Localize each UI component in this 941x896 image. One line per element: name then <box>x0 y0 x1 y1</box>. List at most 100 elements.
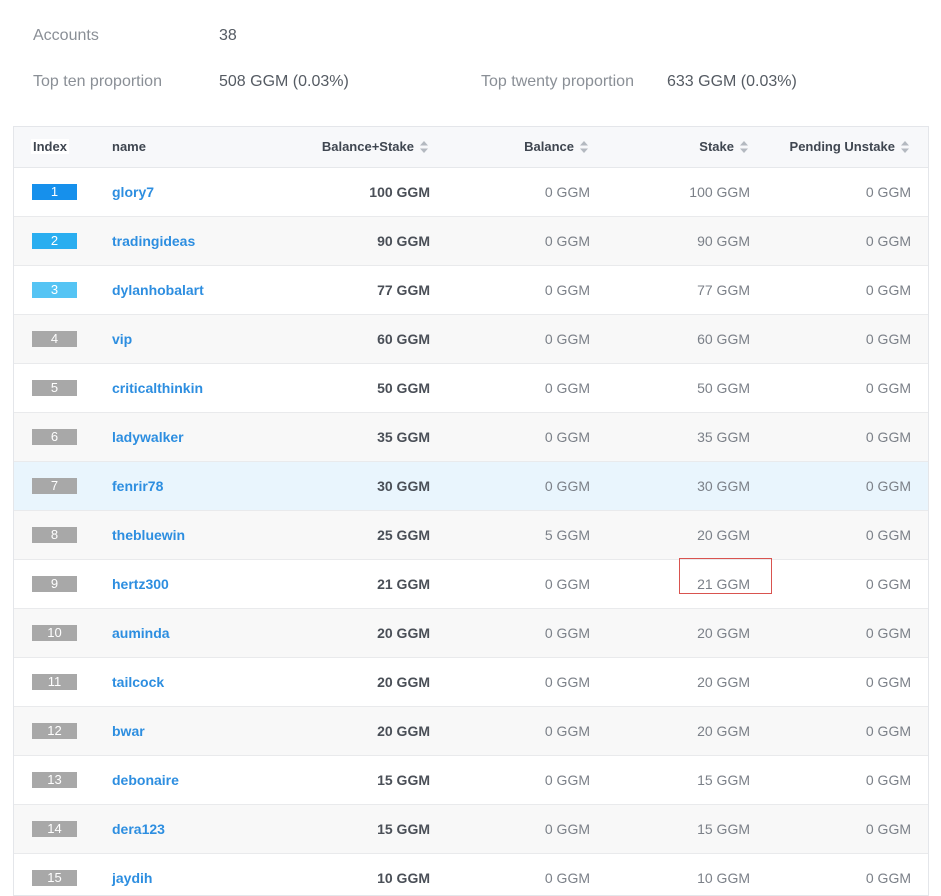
name-cell: hertz300 <box>112 560 169 608</box>
name-cell: tradingideas <box>112 217 195 265</box>
stake-cell: 20 GGM <box>697 723 750 739</box>
balance-stake-cell: 20 GGM <box>377 625 430 641</box>
name-cell: thebluewin <box>112 511 185 559</box>
balance-stake-cell: 50 GGM <box>377 380 430 396</box>
account-name-link[interactable]: dera123 <box>112 821 165 837</box>
stake-cell: 50 GGM <box>697 380 750 396</box>
table-row: 14 dera123 15 GGM 0 GGM 15 GGM 0 GGM <box>14 805 928 854</box>
balance-cell: 0 GGM <box>544 478 590 494</box>
stake-cell: 100 GGM <box>689 184 750 200</box>
rank-badge: 13 <box>32 772 77 788</box>
top-ten-label: Top ten proportion <box>33 73 162 90</box>
name-cell: dylanhobalart <box>112 266 204 314</box>
stake-cell: 15 GGM <box>697 821 750 837</box>
top-twenty-value: 633 GGM (0.03%) <box>667 73 797 90</box>
sort-icon[interactable] <box>420 140 428 153</box>
account-name-link[interactable]: criticalthinkin <box>112 380 203 396</box>
account-name-link[interactable]: ladywalker <box>112 429 184 445</box>
rank-badge: 4 <box>32 331 77 347</box>
balance-cell: 0 GGM <box>544 184 590 200</box>
stake-cell: 35 GGM <box>697 429 750 445</box>
account-name-link[interactable]: thebluewin <box>112 527 185 543</box>
table-row: 1 glory7 100 GGM 0 GGM 100 GGM 0 GGM <box>14 168 928 217</box>
column-header-index: Index <box>31 139 69 154</box>
name-cell: jaydih <box>112 854 152 895</box>
account-name-link[interactable]: jaydih <box>112 870 152 886</box>
column-header-stake[interactable]: Stake <box>699 127 748 167</box>
account-name-link[interactable]: tailcock <box>112 674 164 690</box>
name-cell: fenrir78 <box>112 462 163 510</box>
rank-badge: 9 <box>32 576 77 592</box>
sort-icon[interactable] <box>901 140 909 153</box>
top-ten-value: 508 GGM (0.03%) <box>219 73 349 90</box>
rank-badge: 12 <box>32 723 77 739</box>
account-name-link[interactable]: auminda <box>112 625 170 641</box>
pending-unstake-cell: 0 GGM <box>865 184 911 200</box>
name-cell: tailcock <box>112 658 164 706</box>
sort-icon[interactable] <box>740 140 748 153</box>
stake-cell: 20 GGM <box>697 674 750 690</box>
balance-cell: 0 GGM <box>544 576 590 592</box>
balance-stake-cell: 100 GGM <box>369 184 430 200</box>
stake-cell: 20 GGM <box>697 527 750 543</box>
rank-badge: 8 <box>32 527 77 543</box>
account-name-link[interactable]: bwar <box>112 723 145 739</box>
column-header-name: name <box>112 139 146 154</box>
pending-unstake-cell: 0 GGM <box>865 331 911 347</box>
balance-stake-cell: 20 GGM <box>377 723 430 739</box>
table-row: 5 criticalthinkin 50 GGM 0 GGM 50 GGM 0 GGM <box>14 364 928 413</box>
rank-badge: 11 <box>32 674 77 690</box>
account-name-link[interactable]: fenrir78 <box>112 478 163 494</box>
balance-stake-cell: 30 GGM <box>377 478 430 494</box>
balance-cell: 0 GGM <box>544 674 590 690</box>
balance-cell: 0 GGM <box>544 429 590 445</box>
balance-cell: 0 GGM <box>544 870 590 886</box>
balance-stake-cell: 60 GGM <box>377 331 430 347</box>
account-name-link[interactable]: dylanhobalart <box>112 282 204 298</box>
balance-stake-cell: 15 GGM <box>377 772 430 788</box>
balance-stake-cell: 20 GGM <box>377 674 430 690</box>
rank-badge: 7 <box>32 478 77 494</box>
table-row: 4 vip 60 GGM 0 GGM 60 GGM 0 GGM <box>14 315 928 364</box>
accounts-value: 38 <box>219 27 237 44</box>
balance-cell: 0 GGM <box>544 821 590 837</box>
stake-cell: 21 GGM <box>697 576 750 592</box>
balance-cell: 5 GGM <box>544 527 590 543</box>
table-row: 12 bwar 20 GGM 0 GGM 20 GGM 0 GGM <box>14 707 928 756</box>
account-name-link[interactable]: glory7 <box>112 184 154 200</box>
pending-unstake-cell: 0 GGM <box>865 282 911 298</box>
pending-unstake-cell: 0 GGM <box>865 527 911 543</box>
table-body: 1 glory7 100 GGM 0 GGM 100 GGM 0 GGM 2 tradingi… <box>14 168 928 895</box>
pending-unstake-cell: 0 GGM <box>865 772 911 788</box>
name-cell: debonaire <box>112 756 179 804</box>
pending-unstake-cell: 0 GGM <box>865 723 911 739</box>
account-name-link[interactable]: hertz300 <box>112 576 169 592</box>
pending-unstake-cell: 0 GGM <box>865 625 911 641</box>
balance-stake-cell: 35 GGM <box>377 429 430 445</box>
column-header-pending-unstake[interactable]: Pending Unstake <box>790 127 909 167</box>
balance-cell: 0 GGM <box>544 233 590 249</box>
account-name-link[interactable]: vip <box>112 331 132 347</box>
pending-unstake-cell: 0 GGM <box>865 233 911 249</box>
balance-stake-cell: 21 GGM <box>377 576 430 592</box>
balance-stake-cell: 77 GGM <box>377 282 430 298</box>
sort-icon[interactable] <box>580 140 588 153</box>
balance-cell: 0 GGM <box>544 331 590 347</box>
stake-cell: 60 GGM <box>697 331 750 347</box>
account-name-link[interactable]: debonaire <box>112 772 179 788</box>
column-header-balance[interactable]: Balance <box>524 127 588 167</box>
stake-cell: 30 GGM <box>697 478 750 494</box>
account-name-link[interactable]: tradingideas <box>112 233 195 249</box>
column-header-balance-stake[interactable]: Balance+Stake <box>322 127 428 167</box>
table-header: Index name Balance+Stake Balance Stake P… <box>14 127 928 168</box>
table-row: 15 jaydih 10 GGM 0 GGM 10 GGM 0 GGM <box>14 854 928 895</box>
balance-stake-cell: 10 GGM <box>377 870 430 886</box>
name-cell: ladywalker <box>112 413 184 461</box>
rank-badge: 1 <box>32 184 77 200</box>
rank-badge: 10 <box>32 625 77 641</box>
accounts-label: Accounts <box>33 27 99 44</box>
balance-cell: 0 GGM <box>544 723 590 739</box>
rank-badge: 2 <box>32 233 77 249</box>
table-row: 9 hertz300 21 GGM 0 GGM 21 GGM 0 GGM <box>14 560 928 609</box>
pending-unstake-cell: 0 GGM <box>865 870 911 886</box>
